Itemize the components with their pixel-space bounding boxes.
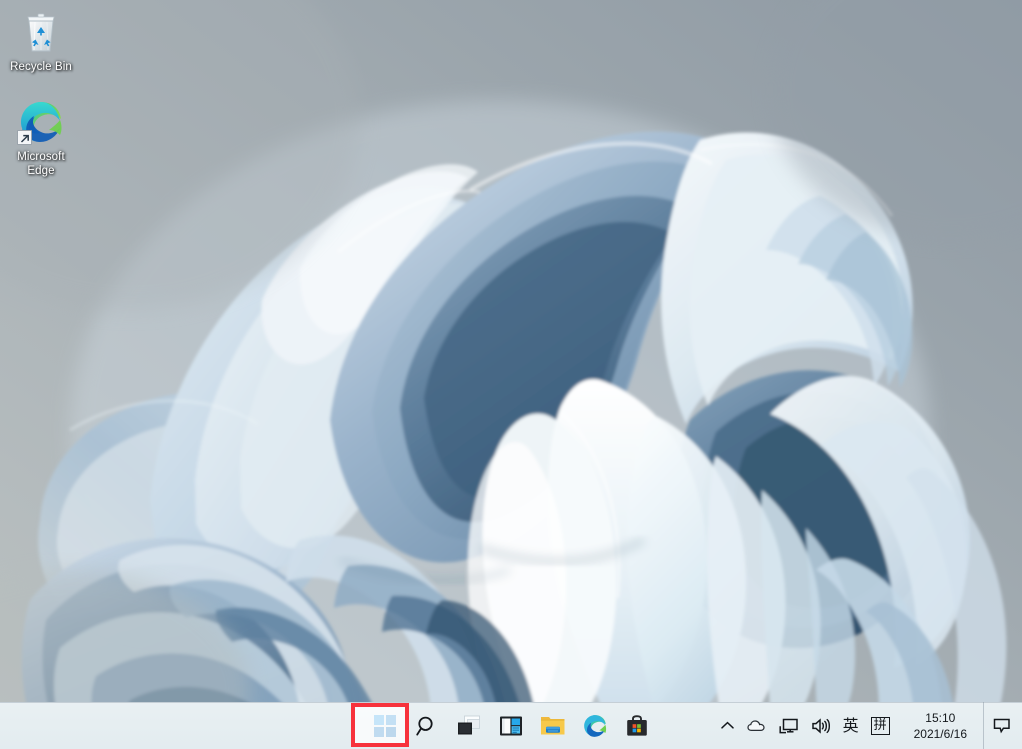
clock-time: 15:10 [925, 710, 956, 725]
cloud-icon [746, 719, 765, 731]
desktop-icon-recycle-bin[interactable]: Recycle Bin [2, 8, 80, 74]
show-hidden-icons-button[interactable] [714, 706, 741, 746]
windows-logo-icon [374, 715, 396, 737]
chat-bubble-icon [993, 718, 1010, 733]
microsoft-store-button[interactable] [616, 705, 658, 747]
clock[interactable]: 15:10 2021/6/16 [896, 710, 977, 742]
ime-pinyin-indicator[interactable]: 拼 [865, 706, 896, 746]
chevron-up-icon [720, 721, 734, 729]
desktop[interactable]: Recycle Bin Microsoft Edge 英 拼 15:10 202… [0, 0, 1022, 749]
label-line-2: Edge [27, 165, 55, 177]
onedrive-button[interactable] [741, 706, 773, 746]
edge-taskbar-button[interactable] [574, 705, 616, 747]
desktop-icon-label: Recycle Bin [10, 61, 72, 73]
network-monitor-icon [779, 718, 798, 733]
desktop-icon-label: Microsoft Edge [2, 150, 80, 178]
tray-divider [983, 702, 984, 749]
search-icon [416, 716, 433, 736]
widgets-icon [500, 716, 522, 736]
system-tray[interactable]: 英 拼 15:10 2021/6/16 [714, 702, 1022, 749]
taskbar[interactable]: 英 拼 15:10 2021/6/16 [0, 702, 1022, 749]
folder-icon [541, 717, 565, 735]
file-explorer-button[interactable] [532, 705, 574, 747]
clock-date: 2021/6/16 [913, 726, 967, 741]
search-button[interactable] [406, 705, 448, 747]
shopping-bag-icon [627, 715, 647, 736]
widgets-button[interactable] [490, 705, 532, 747]
microsoft-edge-icon [584, 715, 607, 737]
desktop-wallpaper [0, 0, 1022, 749]
desktop-icon-microsoft-edge[interactable]: Microsoft Edge [2, 98, 80, 178]
label-line-1: Microsoft [17, 151, 65, 163]
task-view-button[interactable] [448, 705, 490, 747]
network-button[interactable] [773, 706, 805, 746]
task-view-icon [458, 715, 480, 735]
speaker-icon [811, 717, 830, 734]
ime-mode-label: 英 [842, 715, 859, 735]
start-button[interactable] [364, 705, 406, 747]
ime-pinyin-label: 拼 [870, 716, 890, 735]
taskbar-center-group [364, 705, 658, 747]
notification-center-button[interactable] [986, 706, 1018, 746]
volume-button[interactable] [805, 706, 837, 746]
recycle-bin-icon [17, 8, 65, 56]
shortcut-arrow-badge [17, 130, 32, 145]
ime-mode-indicator[interactable]: 英 [837, 706, 865, 746]
microsoft-edge-icon [17, 98, 65, 146]
